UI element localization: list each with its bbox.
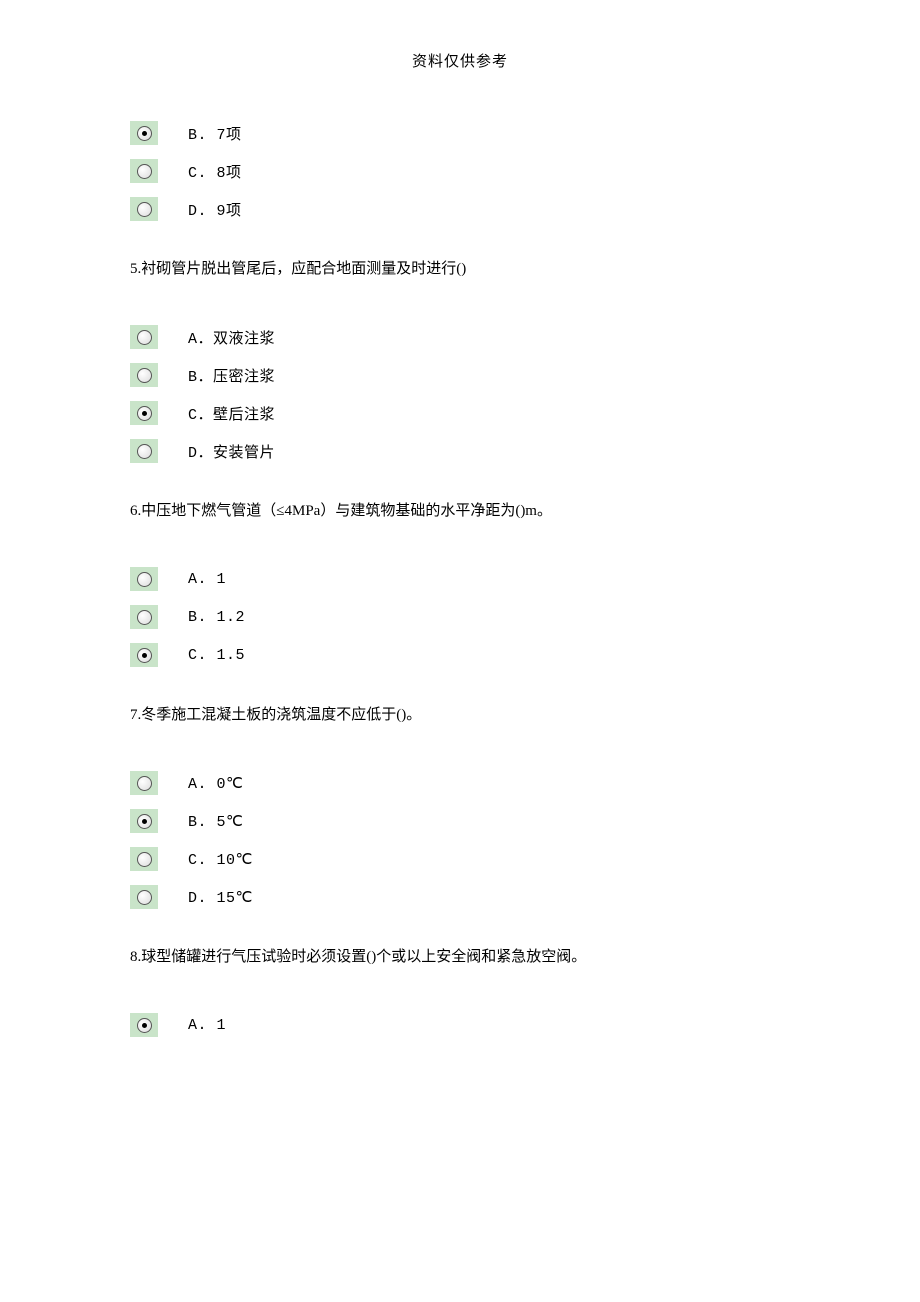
- radio-outline-icon: [137, 330, 152, 345]
- radio-outline-icon: [137, 444, 152, 459]
- radio-button[interactable]: [130, 847, 158, 871]
- option-label: A. 1: [188, 571, 226, 588]
- radio-dot-icon: [142, 131, 147, 136]
- radio-button[interactable]: [130, 121, 158, 145]
- spacer: [130, 543, 790, 567]
- option-label: D．安装管片: [188, 441, 275, 462]
- option-label: B. 1.2: [188, 609, 245, 626]
- option-row: D. 15℃: [130, 885, 790, 909]
- radio-outline-icon: [137, 572, 152, 587]
- option-label: B. 7项: [188, 123, 242, 144]
- radio-button[interactable]: [130, 567, 158, 591]
- option-label: D. 15℃: [188, 888, 253, 907]
- radio-button[interactable]: [130, 643, 158, 667]
- option-row: C．壁后注浆: [130, 401, 790, 425]
- radio-button[interactable]: [130, 1013, 158, 1037]
- option-label: D. 9项: [188, 199, 242, 220]
- option-row: D．安装管片: [130, 439, 790, 463]
- option-label: C. 10℃: [188, 850, 253, 869]
- option-row: B．压密注浆: [130, 363, 790, 387]
- option-row: B. 5℃: [130, 809, 790, 833]
- spacer: [130, 747, 790, 771]
- radio-button[interactable]: [130, 439, 158, 463]
- option-row: B. 7项: [130, 121, 790, 145]
- radio-outline-icon: [137, 406, 152, 421]
- radio-outline-icon: [137, 648, 152, 663]
- radio-outline-icon: [137, 368, 152, 383]
- option-row: A. 1: [130, 567, 790, 591]
- document-page: 资料仅供参考 B. 7项 C. 8项 D. 9项 5.衬砌管片脱出管尾后，应配合…: [0, 0, 920, 1111]
- option-label: A. 0℃: [188, 774, 243, 793]
- option-row: A. 1: [130, 1013, 790, 1037]
- radio-dot-icon: [142, 653, 147, 658]
- radio-outline-icon: [137, 164, 152, 179]
- option-row: C. 1.5: [130, 643, 790, 667]
- question-8-text: 8.球型储罐进行气压试验时必须设置()个或以上安全阀和紧急放空阀。: [130, 945, 790, 969]
- radio-outline-icon: [137, 1018, 152, 1033]
- page-header: 资料仅供参考: [130, 50, 790, 71]
- option-label: C. 8项: [188, 161, 242, 182]
- radio-outline-icon: [137, 202, 152, 217]
- spacer: [130, 301, 790, 325]
- radio-button[interactable]: [130, 809, 158, 833]
- question-7-text: 7.冬季施工混凝土板的浇筑温度不应低于()。: [130, 703, 790, 727]
- radio-outline-icon: [137, 890, 152, 905]
- radio-button[interactable]: [130, 401, 158, 425]
- spacer: [130, 989, 790, 1013]
- radio-button[interactable]: [130, 885, 158, 909]
- option-label: C．壁后注浆: [188, 403, 275, 424]
- radio-outline-icon: [137, 814, 152, 829]
- question-8-options: A. 1: [130, 1013, 790, 1037]
- radio-button[interactable]: [130, 363, 158, 387]
- option-label: B. 5℃: [188, 812, 243, 831]
- radio-outline-icon: [137, 126, 152, 141]
- question-6-options: A. 1 B. 1.2 C. 1.5: [130, 567, 790, 667]
- radio-dot-icon: [142, 411, 147, 416]
- option-row: C. 8项: [130, 159, 790, 183]
- question-5-options: A．双液注浆 B．压密注浆 C．壁后注浆 D．安装管片: [130, 325, 790, 463]
- radio-button[interactable]: [130, 605, 158, 629]
- radio-button[interactable]: [130, 159, 158, 183]
- option-row: A．双液注浆: [130, 325, 790, 349]
- option-row: B. 1.2: [130, 605, 790, 629]
- option-label: A．双液注浆: [188, 327, 275, 348]
- radio-button[interactable]: [130, 771, 158, 795]
- option-label: A. 1: [188, 1017, 226, 1034]
- radio-outline-icon: [137, 776, 152, 791]
- radio-button[interactable]: [130, 325, 158, 349]
- option-row: A. 0℃: [130, 771, 790, 795]
- radio-button[interactable]: [130, 197, 158, 221]
- option-label: C. 1.5: [188, 647, 245, 664]
- question-7-options: A. 0℃ B. 5℃ C. 10℃ D. 15℃: [130, 771, 790, 909]
- question-5-text: 5.衬砌管片脱出管尾后，应配合地面测量及时进行(): [130, 257, 790, 281]
- option-row: D. 9项: [130, 197, 790, 221]
- radio-dot-icon: [142, 819, 147, 824]
- option-row: C. 10℃: [130, 847, 790, 871]
- option-label: B．压密注浆: [188, 365, 275, 386]
- radio-dot-icon: [142, 1023, 147, 1028]
- question-6-text: 6.中压地下燃气管道（≤4MPa）与建筑物基础的水平净距为()m。: [130, 499, 790, 523]
- question-4-options: B. 7项 C. 8项 D. 9项: [130, 121, 790, 221]
- radio-outline-icon: [137, 610, 152, 625]
- radio-outline-icon: [137, 852, 152, 867]
